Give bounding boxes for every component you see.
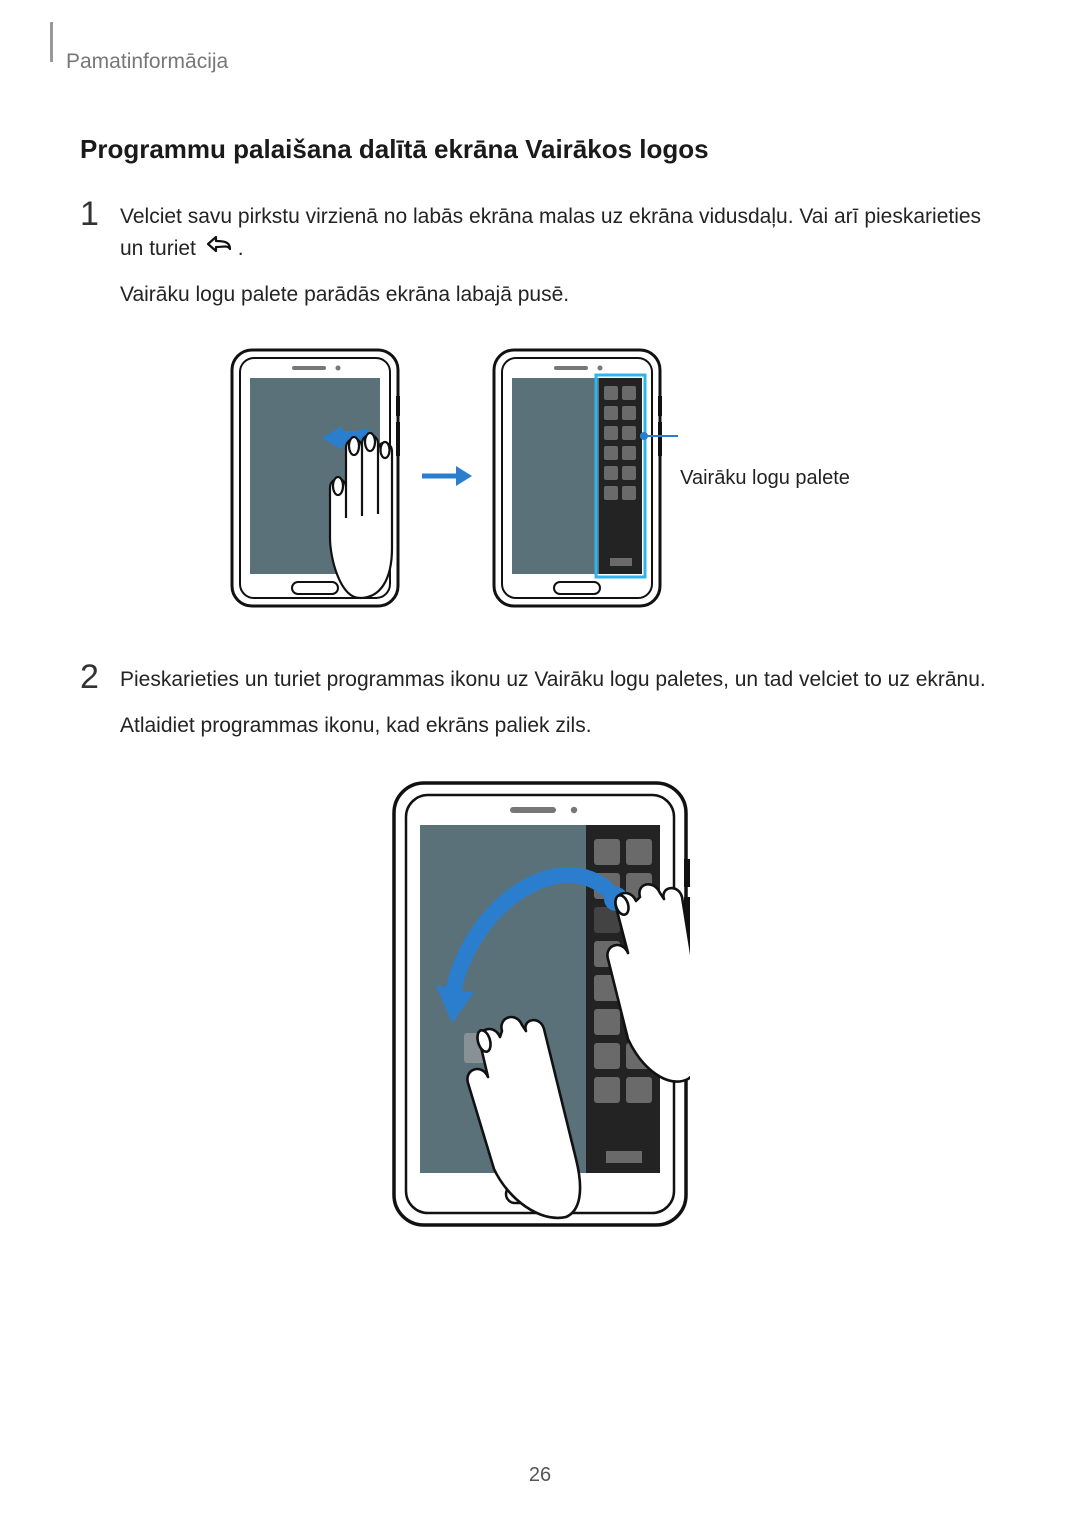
step-2: 2 Pieskarieties un turiet programmas iko…: [80, 664, 1000, 755]
back-icon: [204, 233, 236, 265]
breadcrumb: Pamatinformācija: [66, 50, 1000, 74]
step-1: 1 Velciet savu pirkstu virzienā no labās…: [80, 201, 1000, 324]
step1-text-part-b: .: [238, 237, 244, 260]
callout-connector: [640, 428, 684, 444]
phone-before: [230, 348, 400, 608]
header-rule: [50, 22, 53, 62]
step1-line2: Vairāku logu palete parādās ekrāna labaj…: [120, 279, 1000, 311]
step-2-text: Pieskarieties un turiet programmas ikonu…: [120, 664, 1000, 755]
diagram-step2: [80, 779, 1000, 1229]
step2-line1: Pieskarieties un turiet programmas ikonu…: [120, 664, 1000, 696]
section-title: Programmu palaišana dalītā ekrāna Vairāk…: [80, 134, 1000, 165]
page-number: 26: [0, 1464, 1080, 1487]
diagram-step1: Vairāku logu palete: [80, 348, 1000, 608]
phone-after: [492, 348, 662, 608]
step-number: 1: [80, 197, 120, 231]
phone-drag: [390, 779, 690, 1229]
page-content: Pamatinformācija Programmu palaišana dal…: [0, 0, 1080, 1299]
callout-palette-label: Vairāku logu palete: [680, 467, 850, 490]
step2-line2: Atlaidiet programmas ikonu, kad ekrāns p…: [120, 710, 1000, 742]
step1-text-part-a: Velciet savu pirkstu virzienā no labās e…: [120, 205, 981, 260]
step-number: 2: [80, 660, 120, 694]
step-1-text: Velciet savu pirkstu virzienā no labās e…: [120, 201, 1000, 324]
transition-arrow-icon: [418, 461, 474, 496]
